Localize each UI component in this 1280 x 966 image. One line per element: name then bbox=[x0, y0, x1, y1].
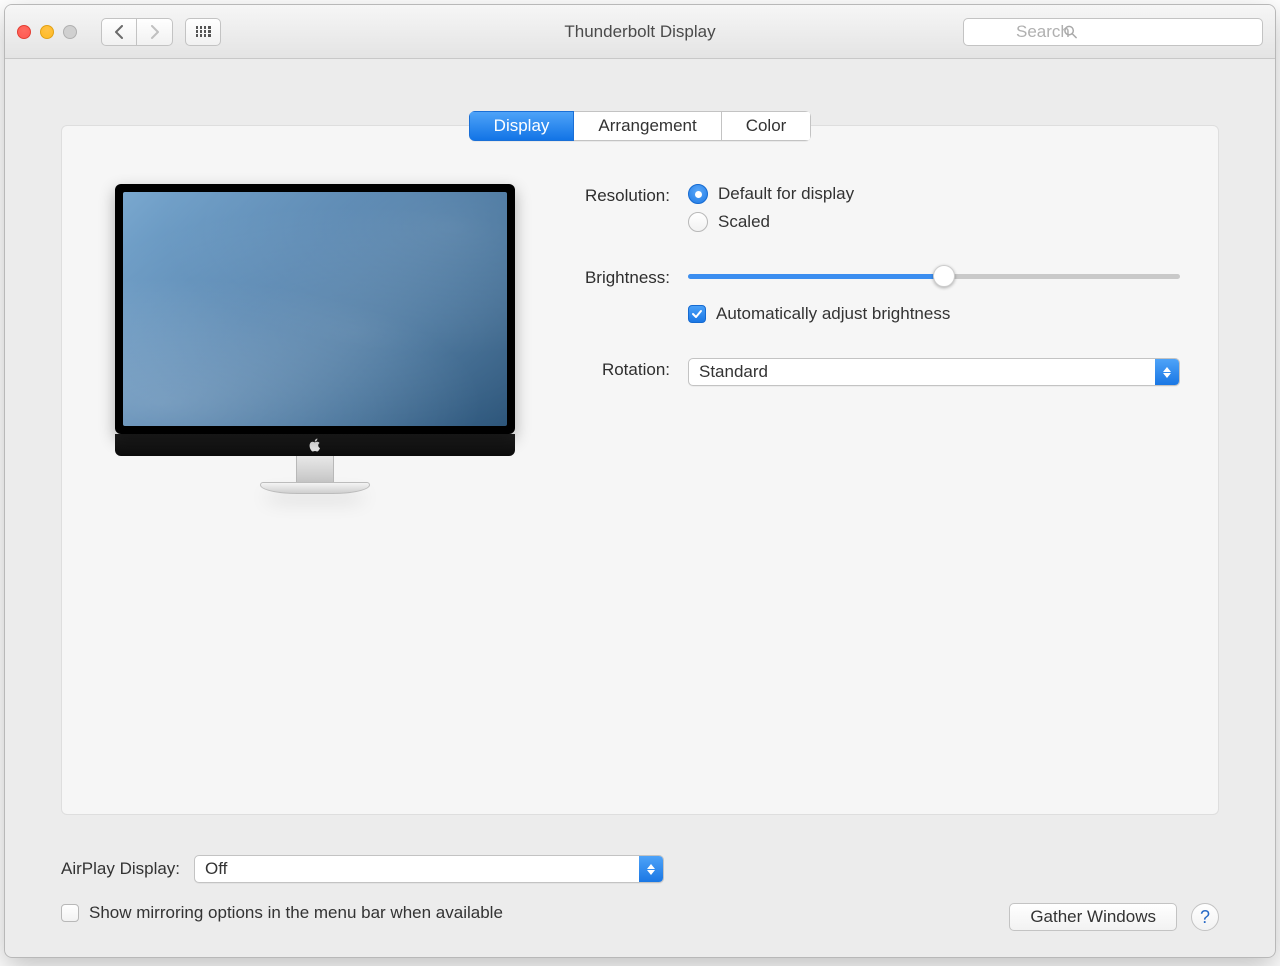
radio-default-label: Default for display bbox=[718, 184, 854, 204]
chevron-left-icon bbox=[114, 25, 124, 39]
rotation-value: Standard bbox=[689, 359, 1155, 385]
forward-button[interactable] bbox=[137, 18, 173, 46]
chevron-right-icon bbox=[150, 25, 160, 39]
footer-row: Show mirroring options in the menu bar w… bbox=[61, 903, 1219, 931]
auto-brightness-line[interactable]: Automatically adjust brightness bbox=[688, 304, 1180, 324]
minimize-window-button[interactable] bbox=[40, 25, 54, 39]
show-all-button[interactable] bbox=[185, 18, 221, 46]
radio-scaled[interactable] bbox=[688, 212, 708, 232]
tab-arrangement[interactable]: Arrangement bbox=[574, 111, 721, 141]
help-button[interactable]: ? bbox=[1191, 903, 1219, 931]
search-wrap bbox=[963, 18, 1263, 46]
label-resolution: Resolution: bbox=[540, 184, 670, 206]
row-rotation: Rotation: Standard bbox=[540, 358, 1180, 386]
label-rotation: Rotation: bbox=[540, 358, 670, 380]
bottom-area: AirPlay Display: Off Show mirroring opti… bbox=[5, 835, 1275, 957]
radio-default-line[interactable]: Default for display bbox=[688, 184, 1180, 204]
monitor-icon bbox=[115, 184, 515, 434]
auto-brightness-label: Automatically adjust brightness bbox=[716, 304, 950, 324]
titlebar: Thunderbolt Display bbox=[5, 5, 1275, 59]
mirroring-checkbox[interactable] bbox=[61, 904, 79, 922]
display-panel: Resolution: Default for display Scaled bbox=[61, 125, 1219, 815]
airplay-row: AirPlay Display: Off bbox=[61, 855, 1219, 883]
select-stepper-icon bbox=[1155, 359, 1179, 385]
tab-color[interactable]: Color bbox=[722, 111, 812, 141]
brightness-slider[interactable] bbox=[688, 266, 1180, 286]
tab-display[interactable]: Display bbox=[469, 111, 575, 141]
rotation-select[interactable]: Standard bbox=[688, 358, 1180, 386]
radio-scaled-label: Scaled bbox=[718, 212, 770, 232]
label-airplay: AirPlay Display: bbox=[61, 859, 180, 879]
row-brightness: Brightness: Automatically adjust brightn… bbox=[540, 266, 1180, 332]
tab-bar: Display Arrangement Color bbox=[61, 111, 1219, 141]
radio-default[interactable] bbox=[688, 184, 708, 204]
window-controls bbox=[17, 25, 77, 39]
zoom-window-button bbox=[63, 25, 77, 39]
mirroring-line[interactable]: Show mirroring options in the menu bar w… bbox=[61, 903, 503, 923]
airplay-select[interactable]: Off bbox=[194, 855, 664, 883]
nav-back-forward bbox=[101, 18, 173, 46]
settings-column: Resolution: Default for display Scaled bbox=[530, 184, 1180, 784]
slider-knob[interactable] bbox=[933, 265, 955, 287]
row-resolution: Resolution: Default for display Scaled bbox=[540, 184, 1180, 240]
monitor-chin bbox=[115, 434, 515, 456]
search-input[interactable] bbox=[963, 18, 1263, 46]
preferences-window: Thunderbolt Display Display Arrangement … bbox=[4, 4, 1276, 958]
airplay-value: Off bbox=[195, 856, 639, 882]
gather-windows-button[interactable]: Gather Windows bbox=[1009, 903, 1177, 931]
select-stepper-icon bbox=[639, 856, 663, 882]
auto-brightness-checkbox[interactable] bbox=[688, 305, 706, 323]
radio-scaled-line[interactable]: Scaled bbox=[688, 212, 1180, 232]
close-window-button[interactable] bbox=[17, 25, 31, 39]
mirroring-label: Show mirroring options in the menu bar w… bbox=[89, 903, 503, 923]
label-brightness: Brightness: bbox=[540, 266, 670, 288]
grid-icon bbox=[196, 26, 211, 37]
back-button[interactable] bbox=[101, 18, 137, 46]
monitor-preview bbox=[100, 184, 530, 784]
body: Display Arrangement Color bbox=[5, 59, 1275, 835]
apple-logo-icon bbox=[309, 438, 321, 452]
